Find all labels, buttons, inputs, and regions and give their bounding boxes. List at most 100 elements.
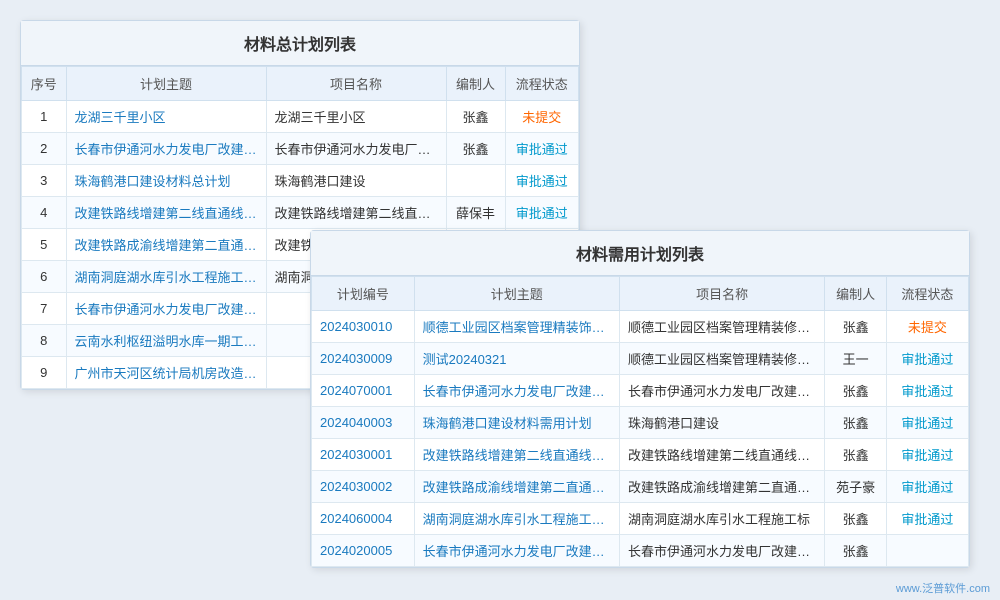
cell-theme2[interactable]: 改建铁路成渝线增建第二直通线（成... — [414, 471, 619, 503]
cell-project2: 顺德工业园区档案管理精装修工程（... — [619, 343, 824, 375]
table-row[interactable]: 2024030009 测试20240321 顺德工业园区档案管理精装修工程（..… — [312, 343, 969, 375]
cell-editor2: 张鑫 — [825, 407, 887, 439]
cell-editor: 张鑫 — [446, 101, 505, 133]
table-row[interactable]: 2024030010 顺德工业园区档案管理精装饰工程（... 顺德工业园区档案管… — [312, 311, 969, 343]
cell-editor2: 张鑫 — [825, 535, 887, 567]
cell-seq: 4 — [22, 197, 67, 229]
cell-project2: 改建铁路成渝线增建第二直通线（成... — [619, 471, 824, 503]
watermark-suffix: .com — [966, 583, 990, 595]
cell-project2: 珠海鹤港口建设 — [619, 407, 824, 439]
watermark-brand: 泛普软件 — [922, 583, 966, 595]
cell-theme2[interactable]: 顺德工业园区档案管理精装饰工程（... — [414, 311, 619, 343]
cell-theme[interactable]: 湖南洞庭湖水库引水工程施工标材料总计划 — [66, 261, 266, 293]
cell-status: 审批通过 — [505, 133, 579, 165]
cell-plan-no[interactable]: 2024040003 — [312, 407, 415, 439]
table-row[interactable]: 2024030001 改建铁路线增建第二线直通线（成都... 改建铁路线增建第二… — [312, 439, 969, 471]
cell-status: 审批通过 — [505, 197, 579, 229]
need-plan-header-row: 计划编号 计划主题 项目名称 编制人 流程状态 — [312, 277, 969, 311]
table-row[interactable]: 2 长春市伊通河水力发电厂改建工程合同材料... 长春市伊通河水力发电厂改建工程… — [22, 133, 579, 165]
cell-seq: 7 — [22, 293, 67, 325]
col-theme2: 计划主题 — [414, 277, 619, 311]
cell-theme[interactable]: 珠海鹤港口建设材料总计划 — [66, 165, 266, 197]
cell-theme[interactable]: 改建铁路线增建第二线直通线（成都-西安）... — [66, 197, 266, 229]
cell-editor2: 张鑫 — [825, 503, 887, 535]
cell-status2: 审批通过 — [886, 343, 968, 375]
cell-seq: 9 — [22, 357, 67, 389]
cell-seq: 6 — [22, 261, 67, 293]
cell-theme2[interactable]: 湖南洞庭湖水库引水工程施工标材... — [414, 503, 619, 535]
table-row[interactable]: 1 龙湖三千里小区 龙湖三千里小区 张鑫 未提交 — [22, 101, 579, 133]
cell-theme2[interactable]: 改建铁路线增建第二线直通线（成都... — [414, 439, 619, 471]
cell-theme[interactable]: 广州市天河区统计局机房改造项目材料总计划 — [66, 357, 266, 389]
col-plan-no: 计划编号 — [312, 277, 415, 311]
cell-theme[interactable]: 长春市伊通河水力发电厂改建工程合同材料... — [66, 133, 266, 165]
cell-project2: 顺德工业园区档案管理精装修工程（... — [619, 311, 824, 343]
col-status2: 流程状态 — [886, 277, 968, 311]
cell-project2: 湖南洞庭湖水库引水工程施工标 — [619, 503, 824, 535]
cell-editor: 张鑫 — [446, 133, 505, 165]
cell-status2: 审批通过 — [886, 471, 968, 503]
cell-project: 长春市伊通河水力发电厂改建工程 — [266, 133, 446, 165]
col-project2: 项目名称 — [619, 277, 824, 311]
cell-project: 改建铁路线增建第二线直通线（... — [266, 197, 446, 229]
col-theme: 计划主题 — [66, 67, 266, 101]
cell-plan-no[interactable]: 2024030002 — [312, 471, 415, 503]
total-plan-title: 材料总计划列表 — [21, 21, 579, 66]
table-row[interactable]: 2024040003 珠海鹤港口建设材料需用计划 珠海鹤港口建设 张鑫 审批通过 — [312, 407, 969, 439]
col-seq: 序号 — [22, 67, 67, 101]
need-plan-table: 材料需用计划列表 计划编号 计划主题 项目名称 编制人 流程状态 2024030… — [310, 230, 970, 568]
cell-editor2: 苑子豪 — [825, 471, 887, 503]
cell-status2: 审批通过 — [886, 503, 968, 535]
col-editor2: 编制人 — [825, 277, 887, 311]
cell-editor: 薛保丰 — [446, 197, 505, 229]
cell-theme[interactable]: 改建铁路成渝线增建第二直通线（成渝枢纽... — [66, 229, 266, 261]
cell-editor2: 张鑫 — [825, 311, 887, 343]
cell-theme[interactable]: 龙湖三千里小区 — [66, 101, 266, 133]
cell-editor2: 张鑫 — [825, 439, 887, 471]
cell-status: 未提交 — [505, 101, 579, 133]
cell-status2: 审批通过 — [886, 439, 968, 471]
cell-seq: 3 — [22, 165, 67, 197]
cell-status: 审批通过 — [505, 165, 579, 197]
cell-project2: 改建铁路线增建第二线直通线（成都... — [619, 439, 824, 471]
cell-theme2[interactable]: 测试20240321 — [414, 343, 619, 375]
total-plan-header-row: 序号 计划主题 项目名称 编制人 流程状态 — [22, 67, 579, 101]
cell-plan-no[interactable]: 2024030010 — [312, 311, 415, 343]
cell-theme[interactable]: 长春市伊通河水力发电厂改建工程材料总计划 — [66, 293, 266, 325]
need-plan-data-table: 计划编号 计划主题 项目名称 编制人 流程状态 2024030010 顺德工业园… — [311, 276, 969, 567]
col-status: 流程状态 — [505, 67, 579, 101]
cell-status2 — [886, 535, 968, 567]
cell-theme[interactable]: 云南水利枢纽溢明水库一期工程施工标材料... — [66, 325, 266, 357]
col-editor: 编制人 — [446, 67, 505, 101]
table-row[interactable]: 2024030002 改建铁路成渝线增建第二直通线（成... 改建铁路成渝线增建… — [312, 471, 969, 503]
cell-project2: 长春市伊通河水力发电厂改建工程 — [619, 375, 824, 407]
cell-editor2: 王一 — [825, 343, 887, 375]
cell-plan-no[interactable]: 2024030009 — [312, 343, 415, 375]
cell-plan-no[interactable]: 2024030001 — [312, 439, 415, 471]
cell-seq: 1 — [22, 101, 67, 133]
cell-theme2[interactable]: 长春市伊通河水力发电厂改建工程合... — [414, 375, 619, 407]
cell-editor2: 张鑫 — [825, 375, 887, 407]
table-row[interactable]: 2024070001 长春市伊通河水力发电厂改建工程合... 长春市伊通河水力发… — [312, 375, 969, 407]
cell-plan-no[interactable]: 2024060004 — [312, 503, 415, 535]
table-row[interactable]: 2024020005 长春市伊通河水力发电厂改建工程材... 长春市伊通河水力发… — [312, 535, 969, 567]
cell-project: 龙湖三千里小区 — [266, 101, 446, 133]
cell-status2: 审批通过 — [886, 407, 968, 439]
cell-theme2[interactable]: 长春市伊通河水力发电厂改建工程材... — [414, 535, 619, 567]
cell-status2: 未提交 — [886, 311, 968, 343]
cell-status2: 审批通过 — [886, 375, 968, 407]
watermark: www.泛普软件.com — [896, 580, 990, 596]
cell-project: 珠海鹤港口建设 — [266, 165, 446, 197]
cell-plan-no[interactable]: 2024070001 — [312, 375, 415, 407]
cell-plan-no[interactable]: 2024020005 — [312, 535, 415, 567]
table-row[interactable]: 3 珠海鹤港口建设材料总计划 珠海鹤港口建设 审批通过 — [22, 165, 579, 197]
col-project: 项目名称 — [266, 67, 446, 101]
table-row[interactable]: 4 改建铁路线增建第二线直通线（成都-西安）... 改建铁路线增建第二线直通线（… — [22, 197, 579, 229]
table-row[interactable]: 2024060004 湖南洞庭湖水库引水工程施工标材... 湖南洞庭湖水库引水工… — [312, 503, 969, 535]
cell-theme2[interactable]: 珠海鹤港口建设材料需用计划 — [414, 407, 619, 439]
cell-editor — [446, 165, 505, 197]
need-plan-title: 材料需用计划列表 — [311, 231, 969, 276]
cell-seq: 8 — [22, 325, 67, 357]
cell-project2: 长春市伊通河水力发电厂改建工程 — [619, 535, 824, 567]
watermark-prefix: www. — [896, 583, 922, 595]
